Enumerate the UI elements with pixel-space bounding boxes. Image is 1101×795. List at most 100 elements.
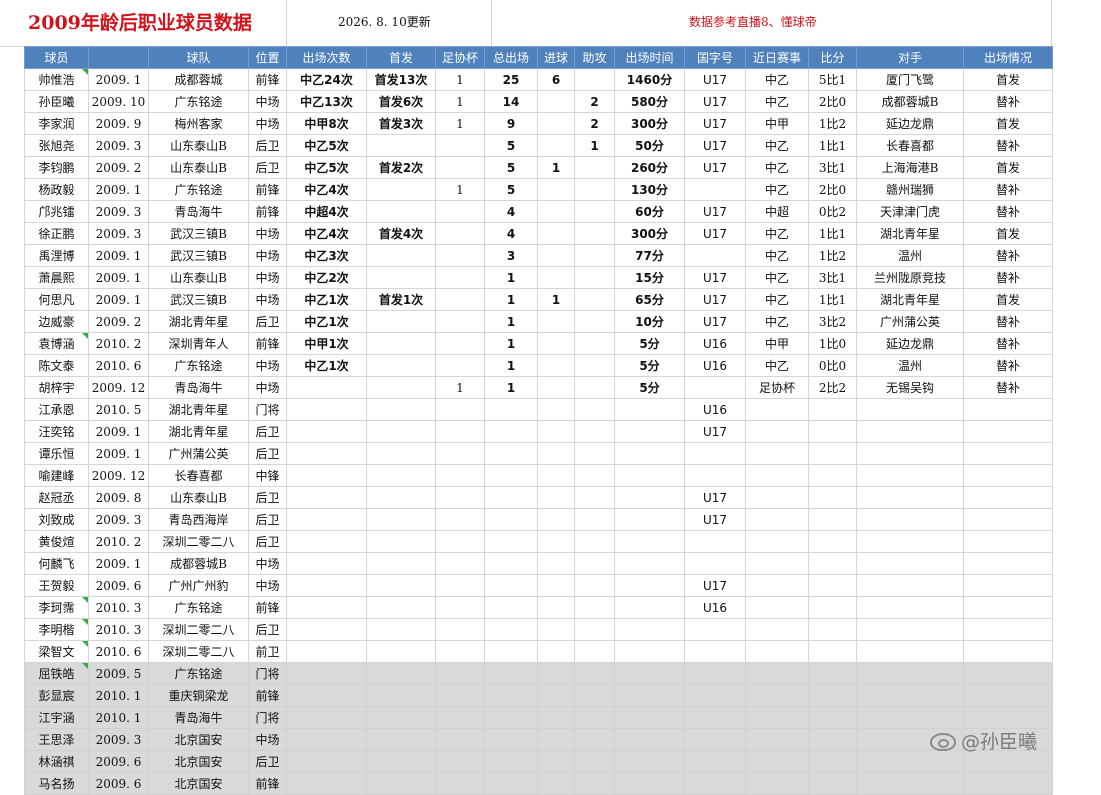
cell-pos[interactable]: 后卫 xyxy=(248,530,287,553)
cell-opponent[interactable] xyxy=(856,508,964,531)
cell-birth[interactable]: 2009. 3 xyxy=(88,508,149,531)
cell-status[interactable]: 首发 xyxy=(963,288,1053,311)
cell-total[interactable]: 1 xyxy=(484,288,538,311)
cell-starts[interactable] xyxy=(366,464,436,487)
cell-team[interactable]: 北京国安 xyxy=(148,728,249,751)
cell-recent[interactable]: 中甲 xyxy=(745,332,809,355)
cell-status[interactable]: 替补 xyxy=(963,310,1053,333)
cell-recent[interactable]: 中乙 xyxy=(745,222,809,245)
cell-name[interactable]: 谭乐恒 xyxy=(24,442,89,465)
cell-apps[interactable] xyxy=(286,552,367,575)
cell-goals[interactable]: 6 xyxy=(537,68,575,91)
cell-minutes[interactable]: 77分 xyxy=(614,244,685,267)
cell-goals[interactable] xyxy=(537,332,575,355)
cell-status[interactable]: 替补 xyxy=(963,332,1053,355)
cell-team[interactable]: 深圳二零二八 xyxy=(148,640,249,663)
cell-birth[interactable]: 2009. 1 xyxy=(88,288,149,311)
cell-birth[interactable]: 2010. 2 xyxy=(88,530,149,553)
cell-score[interactable] xyxy=(808,706,857,729)
cell-score[interactable] xyxy=(808,684,857,707)
cell-birth[interactable]: 2009. 6 xyxy=(88,772,149,795)
cell-total[interactable]: 9 xyxy=(484,112,538,135)
cell-team[interactable]: 青岛海牛 xyxy=(148,706,249,729)
cell-team[interactable]: 成都蓉城 xyxy=(148,68,249,91)
cell-minutes[interactable] xyxy=(614,662,685,685)
cell-cup[interactable] xyxy=(435,288,485,311)
cell-intl[interactable]: U16 xyxy=(684,398,746,421)
cell-score[interactable] xyxy=(808,508,857,531)
cell-team[interactable]: 长春喜都 xyxy=(148,464,249,487)
cell-recent[interactable] xyxy=(745,486,809,509)
cell-cup[interactable]: 1 xyxy=(435,112,485,135)
cell-goals[interactable]: 1 xyxy=(537,156,575,179)
cell-name[interactable]: 黄俊煊 xyxy=(24,530,89,553)
cell-total[interactable] xyxy=(484,442,538,465)
cell-name[interactable]: 杨政毅 xyxy=(24,178,89,201)
cell-opponent[interactable] xyxy=(856,442,964,465)
cell-assists[interactable] xyxy=(574,706,615,729)
cell-total[interactable]: 5 xyxy=(484,156,538,179)
cell-team[interactable]: 广州广州豹 xyxy=(148,574,249,597)
cell-cup[interactable] xyxy=(435,750,485,773)
cell-score[interactable] xyxy=(808,750,857,773)
cell-starts[interactable] xyxy=(366,178,436,201)
cell-cup[interactable] xyxy=(435,486,485,509)
cell-opponent[interactable]: 延边龙鼎 xyxy=(856,112,964,135)
col-header-assists[interactable]: 助攻 xyxy=(574,46,615,69)
cell-status[interactable] xyxy=(963,508,1053,531)
cell-pos[interactable]: 后卫 xyxy=(248,156,287,179)
cell-birth[interactable]: 2009. 2 xyxy=(88,310,149,333)
cell-intl[interactable]: U17 xyxy=(684,68,746,91)
cell-cup[interactable] xyxy=(435,134,485,157)
cell-opponent[interactable] xyxy=(856,618,964,641)
cell-status[interactable] xyxy=(963,662,1053,685)
cell-pos[interactable]: 后卫 xyxy=(248,420,287,443)
cell-assists[interactable] xyxy=(574,354,615,377)
cell-pos[interactable]: 中场 xyxy=(248,552,287,575)
cell-goals[interactable] xyxy=(537,266,575,289)
cell-status[interactable]: 替补 xyxy=(963,200,1053,223)
cell-minutes[interactable]: 1460分 xyxy=(614,68,685,91)
cell-total[interactable]: 1 xyxy=(484,332,538,355)
cell-goals[interactable]: 1 xyxy=(537,288,575,311)
cell-cup[interactable] xyxy=(435,574,485,597)
cell-recent[interactable]: 中乙 xyxy=(745,354,809,377)
cell-name[interactable]: 孙臣曦 xyxy=(24,90,89,113)
cell-birth[interactable]: 2009. 3 xyxy=(88,728,149,751)
cell-opponent[interactable]: 无锡吴钩 xyxy=(856,376,964,399)
cell-opponent[interactable] xyxy=(856,640,964,663)
cell-pos[interactable]: 前锋 xyxy=(248,200,287,223)
cell-cup[interactable] xyxy=(435,530,485,553)
cell-name[interactable]: 何思凡 xyxy=(24,288,89,311)
cell-intl[interactable] xyxy=(684,552,746,575)
cell-score[interactable] xyxy=(808,486,857,509)
cell-starts[interactable] xyxy=(366,706,436,729)
cell-opponent[interactable] xyxy=(856,684,964,707)
cell-starts[interactable]: 首发2次 xyxy=(366,156,436,179)
cell-team[interactable]: 武汉三镇B xyxy=(148,288,249,311)
cell-score[interactable] xyxy=(808,442,857,465)
cell-starts[interactable] xyxy=(366,486,436,509)
cell-goals[interactable] xyxy=(537,596,575,619)
cell-name[interactable]: 袁博涵 xyxy=(24,332,89,355)
cell-minutes[interactable] xyxy=(614,640,685,663)
cell-pos[interactable]: 中场 xyxy=(248,112,287,135)
cell-apps[interactable]: 中乙3次 xyxy=(286,244,367,267)
cell-starts[interactable] xyxy=(366,508,436,531)
cell-total[interactable] xyxy=(484,772,538,795)
cell-total[interactable] xyxy=(484,684,538,707)
cell-opponent[interactable]: 温州 xyxy=(856,354,964,377)
cell-status[interactable] xyxy=(963,464,1053,487)
cell-minutes[interactable]: 300分 xyxy=(614,222,685,245)
cell-birth[interactable]: 2009. 6 xyxy=(88,574,149,597)
cell-intl[interactable]: U17 xyxy=(684,90,746,113)
cell-cup[interactable] xyxy=(435,508,485,531)
cell-status[interactable]: 替补 xyxy=(963,376,1053,399)
cell-status[interactable] xyxy=(963,398,1053,421)
cell-total[interactable] xyxy=(484,530,538,553)
cell-opponent[interactable]: 兰州陇原竞技 xyxy=(856,266,964,289)
cell-total[interactable] xyxy=(484,398,538,421)
cell-starts[interactable] xyxy=(366,420,436,443)
cell-team[interactable]: 广州蒲公英 xyxy=(148,442,249,465)
cell-minutes[interactable] xyxy=(614,772,685,795)
